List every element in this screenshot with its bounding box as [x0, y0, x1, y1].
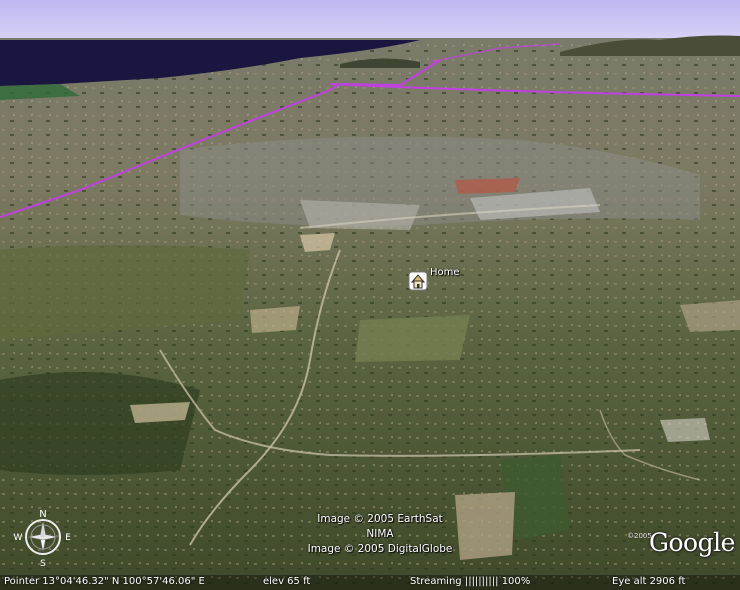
- attribution-digitalglobe: Image © 2005 DigitalGlobe: [307, 543, 453, 555]
- compass-north: N: [39, 509, 46, 520]
- dark-forest: [0, 372, 200, 475]
- placemark-label[interactable]: Home: [430, 267, 460, 278]
- compass-south: S: [40, 559, 46, 568]
- clearing: [660, 418, 710, 442]
- clearing: [130, 402, 190, 423]
- compass-west: W: [14, 533, 23, 543]
- status-bar: Pointer 13°04'46.32" N 100°57'46.06" E e…: [0, 575, 740, 590]
- elevation-readout: elev 65 ft: [263, 576, 311, 587]
- google-logo: Google: [649, 528, 735, 557]
- home-placemark-icon[interactable]: [408, 271, 428, 291]
- red-roofs: [455, 178, 520, 194]
- pointer-coordinates: Pointer 13°04'46.32" N 100°57'46.06" E: [4, 576, 205, 587]
- attribution-nima: NIMA: [366, 528, 394, 540]
- aerial-terrain[interactable]: [0, 0, 740, 590]
- streaming-status: Streaming |||||||||| 100%: [410, 576, 531, 587]
- clearing: [300, 233, 335, 252]
- attribution-earthsat: Image © 2005 EarthSat: [317, 513, 443, 525]
- eye-altitude: Eye alt 2906 ft: [612, 576, 686, 587]
- map-viewport[interactable]: Home Image © 2005 EarthSat NIMA Image © …: [0, 0, 740, 590]
- green-field: [355, 315, 470, 362]
- compass-icon[interactable]: N S W E: [10, 506, 76, 568]
- compass-east: E: [65, 533, 71, 543]
- clearing: [680, 300, 740, 332]
- clearing: [250, 306, 300, 333]
